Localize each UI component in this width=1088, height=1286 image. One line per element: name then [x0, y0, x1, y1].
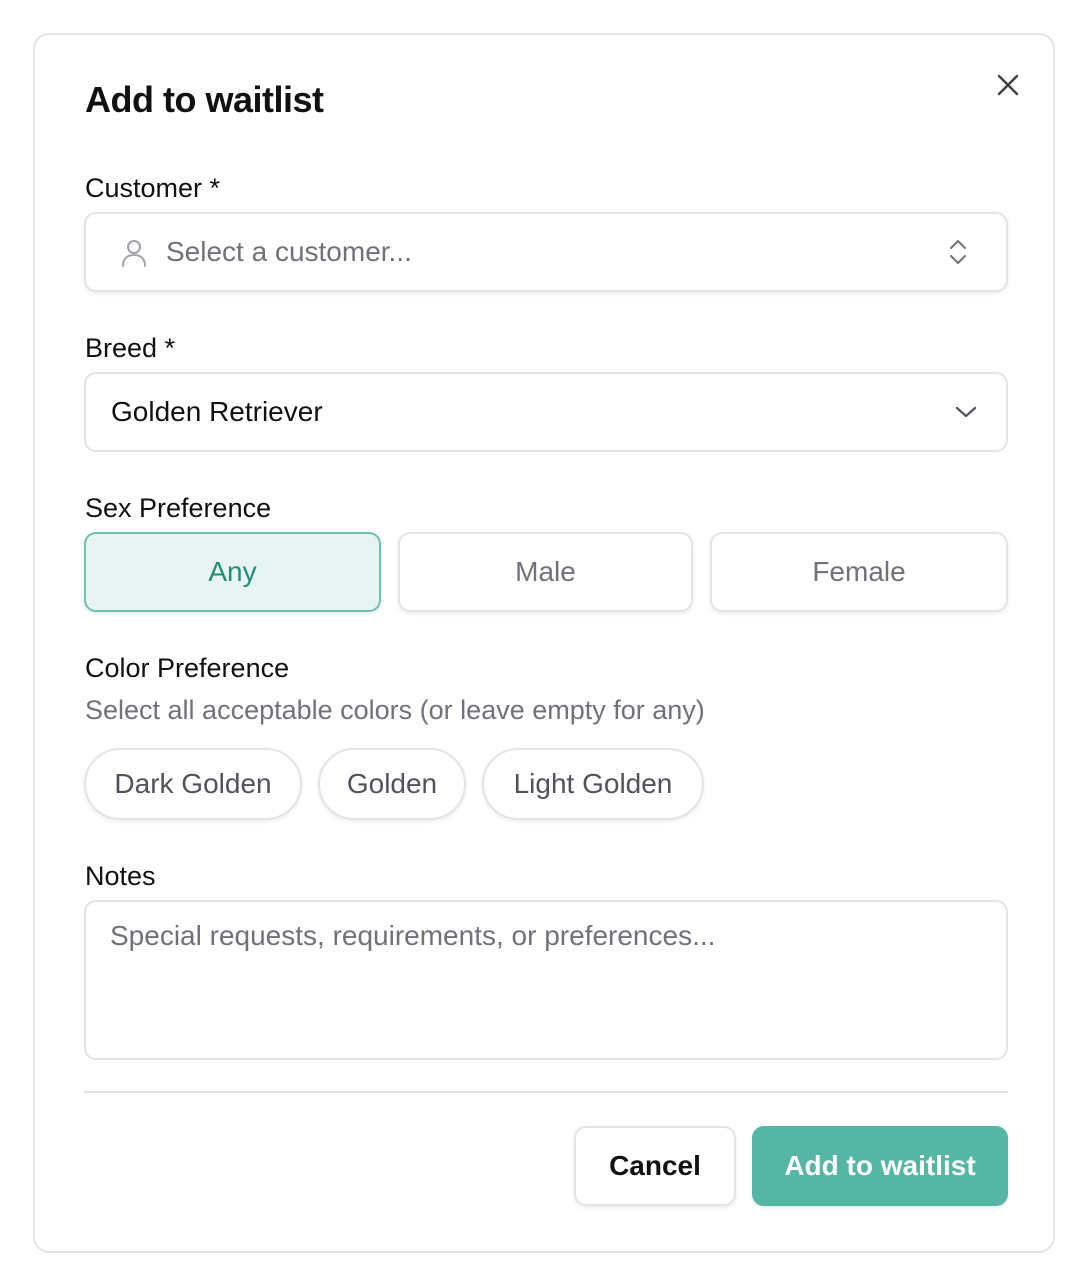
- sex-option-any[interactable]: Any: [84, 532, 381, 612]
- notes-label: Notes: [85, 861, 156, 891]
- close-icon: [997, 74, 1019, 96]
- waitlist-dialog: Add to waitlist Customer * Select a cust…: [33, 33, 1055, 1253]
- customer-select[interactable]: Select a customer...: [84, 212, 1008, 292]
- user-icon: [122, 240, 146, 267]
- customer-placeholder: Select a customer...: [166, 236, 412, 267]
- customer-label: Customer *: [85, 173, 221, 203]
- color-chip-light-golden[interactable]: Light Golden: [482, 748, 704, 820]
- chevron-up-down-icon: [950, 240, 966, 264]
- add-to-waitlist-button[interactable]: Add to waitlist: [752, 1126, 1008, 1206]
- dialog-title: Add to waitlist: [85, 79, 324, 120]
- chevron-down-icon: [955, 406, 977, 418]
- cancel-button[interactable]: Cancel: [574, 1126, 736, 1206]
- color-chip-dark-golden[interactable]: Dark Golden: [84, 748, 302, 820]
- breed-value: Golden Retriever: [111, 396, 323, 427]
- sex-option-male[interactable]: Male: [398, 532, 693, 612]
- color-preference-hint: Select all acceptable colors (or leave e…: [85, 695, 705, 725]
- sex-preference-label: Sex Preference: [85, 493, 272, 523]
- color-chip-golden[interactable]: Golden: [318, 748, 466, 820]
- breed-select[interactable]: Golden Retriever: [84, 372, 1008, 452]
- breed-label: Breed *: [85, 333, 176, 363]
- close-button[interactable]: [990, 67, 1026, 103]
- notes-textarea[interactable]: [84, 900, 1008, 1060]
- color-preference-label: Color Preference: [85, 653, 290, 683]
- footer-divider: [84, 1091, 1008, 1093]
- sex-option-female[interactable]: Female: [710, 532, 1008, 612]
